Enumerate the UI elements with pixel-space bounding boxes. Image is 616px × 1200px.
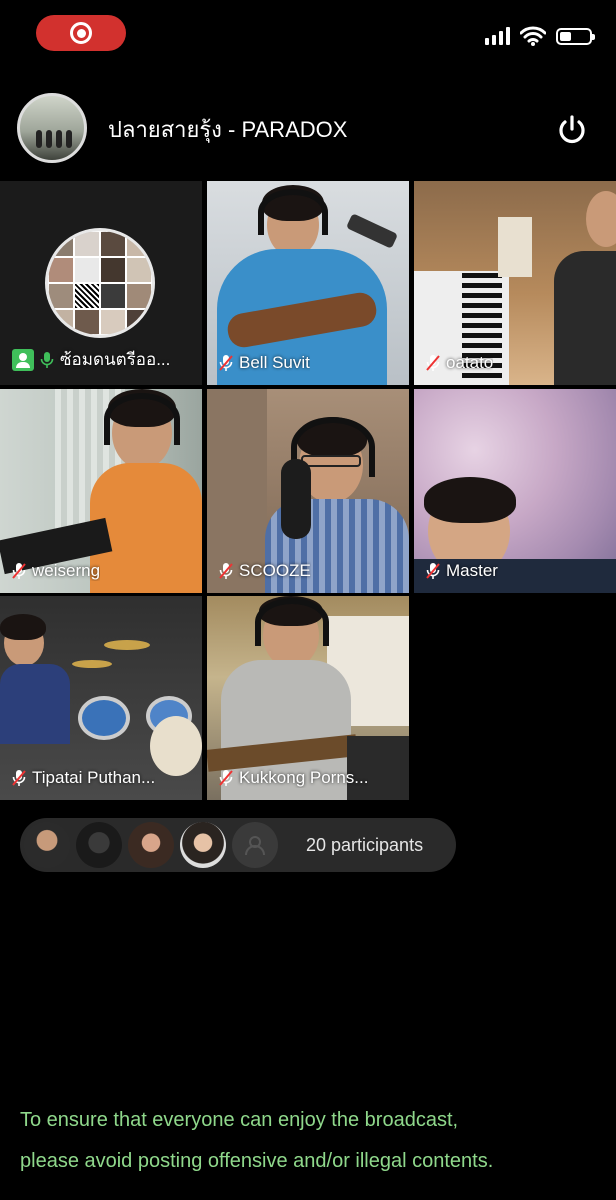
video-tile-host[interactable]: ซ้อมดนตรีออ... [0,181,202,385]
video-tile-kukkong[interactable]: Kukkong Porns... [207,596,409,800]
signal-icon [485,27,510,45]
broadcast-notice: To ensure that everyone can enjoy the br… [20,1100,610,1182]
participant-avatar [180,822,226,868]
participant-name: Master [446,561,498,580]
participant-avatar [24,822,70,868]
mic-off-icon [426,355,440,371]
mic-off-icon [219,563,233,579]
participants-count: 20 participants [306,834,424,855]
tile-label: Tipatai Puthan... [12,768,155,788]
participant-name: SCOOZE [239,561,311,580]
video-tile-scooze[interactable]: SCOOZE [207,389,409,593]
participants-bar[interactable]: 20 participants [20,818,456,872]
channel-title: ปลายสายรุ้ง - PARADOX [108,117,348,142]
status-icons [485,26,595,46]
video-tile-weiserng[interactable]: weiserng [0,389,202,593]
video-tile-oatato[interactable]: oatato [414,181,616,385]
tile-label: Kukkong Porns... [219,768,368,788]
microphone-icon [40,351,54,368]
user-placeholder-icon [245,836,265,856]
tile-label: Master [426,561,498,581]
participant-avatar [128,822,174,868]
power-icon[interactable] [554,112,590,148]
battery-icon [556,27,595,45]
mic-off-icon [219,355,233,371]
mic-off-icon [12,563,26,579]
tile-label: oatato [426,353,493,373]
recording-indicator[interactable] [36,15,126,51]
notice-line-2: please avoid posting offensive and/or il… [20,1150,494,1172]
record-icon [70,22,92,44]
participant-name: ซ้อมดนตรีออ... [60,350,171,369]
tile-label: weiserng [12,561,100,581]
video-tile-tipatai[interactable]: Tipatai Puthan... [0,596,202,800]
tile-label: ซ้อมดนตรีออ... [12,346,170,373]
participant-name: Tipatai Puthan... [32,768,156,787]
tile-label: Bell Suvit [219,353,310,373]
video-tile-bell-suvit[interactable]: Bell Suvit [207,181,409,385]
participant-name: Bell Suvit [239,353,310,372]
participant-name: weiserng [32,561,101,580]
video-tile-master[interactable]: Master [414,389,616,593]
mic-off-icon [426,563,440,579]
wifi-icon [520,26,546,46]
notice-line-1: To ensure that everyone can enjoy the br… [20,1109,459,1131]
mic-off-icon [219,770,233,786]
participant-name: Kukkong Porns... [239,768,369,787]
host-avatar [45,228,155,338]
participant-name: oatato [446,353,494,372]
mic-off-icon [12,770,26,786]
channel-avatar[interactable] [17,93,87,163]
participant-avatar-placeholder [232,822,278,868]
participant-avatar [76,822,122,868]
host-badge-icon [12,348,34,371]
tile-label: SCOOZE [219,561,311,581]
